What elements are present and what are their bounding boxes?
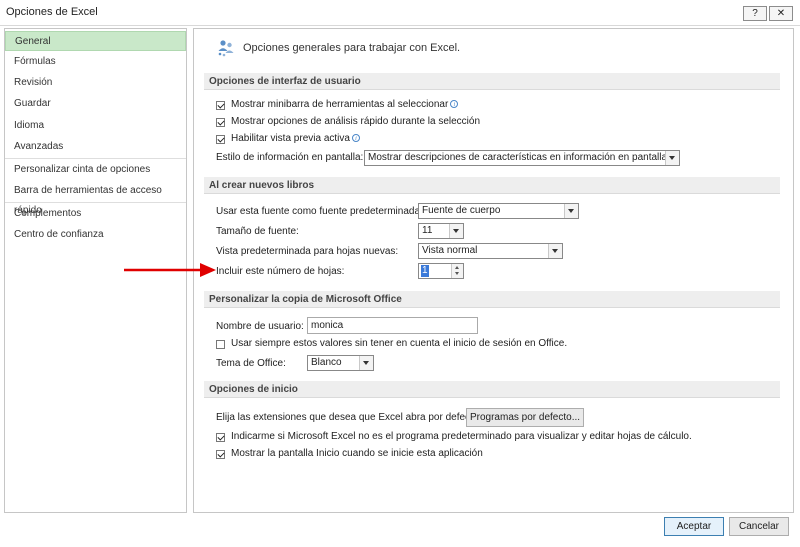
- chevron-down-icon[interactable]: [359, 356, 373, 370]
- main-panel: Opciones generales para trabajar con Exc…: [193, 28, 794, 513]
- general-options-icon: [218, 40, 234, 57]
- window-title: Opciones de Excel: [6, 6, 98, 18]
- default-view-label: Vista predeterminada para hojas nuevas:: [216, 246, 399, 257]
- info-icon[interactable]: i: [351, 134, 360, 143]
- always-use-values-checkbox[interactable]: [216, 340, 225, 349]
- sidebar-item-avanzadas[interactable]: Avanzadas: [5, 137, 186, 157]
- screentip-style-label: Estilo de información en pantalla:: [216, 152, 364, 163]
- chevron-down-icon[interactable]: [449, 224, 463, 238]
- spin-down-icon[interactable]: [451, 271, 463, 278]
- annotation-arrow-icon: [124, 263, 216, 277]
- username-field[interactable]: monica: [307, 317, 478, 334]
- default-view-select[interactable]: Vista normal: [418, 243, 563, 259]
- tell-default-program-checkbox[interactable]: [216, 433, 225, 442]
- default-font-select[interactable]: Fuente de cuerpo: [418, 203, 579, 219]
- show-minibar-text: Mostrar minibarra de herramientas al sel…: [231, 99, 449, 110]
- show-quick-analysis-checkbox[interactable]: [216, 118, 225, 127]
- chevron-down-icon[interactable]: [564, 204, 578, 218]
- live-preview-label: Habilitar vista previa activa i: [231, 133, 360, 144]
- sidebar-item-complementos[interactable]: Complementos: [5, 204, 186, 224]
- live-preview-text: Habilitar vista previa activa: [231, 133, 350, 144]
- info-icon[interactable]: i: [450, 100, 459, 109]
- sidebar-item-barra-acceso-rapido[interactable]: Barra de herramientas de acceso rápido: [5, 181, 186, 216]
- chevron-down-icon[interactable]: [548, 244, 562, 258]
- show-start-screen-label: Mostrar la pantalla Inicio cuando se ini…: [231, 448, 483, 459]
- sidebar-item-guardar[interactable]: Guardar: [5, 94, 186, 114]
- show-minibar-checkbox[interactable]: [216, 101, 225, 110]
- section-header-new-workbook: Al crear nuevos libros: [204, 177, 780, 194]
- show-start-screen-checkbox[interactable]: [216, 450, 225, 459]
- ok-button[interactable]: Aceptar: [664, 517, 724, 536]
- sidebar-item-formulas[interactable]: Fórmulas: [5, 52, 186, 72]
- default-view-value: Vista normal: [422, 245, 478, 256]
- page-title: Opciones generales para trabajar con Exc…: [243, 42, 461, 54]
- screentip-style-value: Mostrar descripciones de características…: [368, 152, 668, 163]
- show-minibar-label: Mostrar minibarra de herramientas al sel…: [231, 99, 459, 110]
- default-programs-button[interactable]: Programas por defecto...: [466, 408, 584, 427]
- office-theme-value: Blanco: [311, 357, 342, 368]
- sheet-count-value[interactable]: 1: [421, 265, 429, 277]
- default-extensions-label: Elija las extensiones que desea que Exce…: [216, 412, 482, 423]
- sidebar-item-idioma[interactable]: Idioma: [5, 116, 186, 136]
- sidebar-item-personalizar-cinta[interactable]: Personalizar cinta de opciones: [5, 160, 186, 180]
- live-preview-checkbox[interactable]: [216, 135, 225, 144]
- default-font-label: Usar esta fuente como fuente predetermin…: [216, 206, 423, 217]
- tell-default-program-label: Indicarme si Microsoft Excel no es el pr…: [231, 431, 692, 442]
- sidebar-item-centro-confianza[interactable]: Centro de confianza: [5, 225, 186, 245]
- cancel-button[interactable]: Cancelar: [729, 517, 789, 536]
- section-header-personalize: Personalizar la copia de Microsoft Offic…: [204, 291, 780, 308]
- show-quick-analysis-label: Mostrar opciones de análisis rápido dura…: [231, 116, 481, 127]
- help-button[interactable]: ?: [743, 6, 767, 21]
- chevron-down-icon[interactable]: [665, 151, 679, 165]
- office-theme-label: Tema de Office:: [216, 358, 286, 369]
- section-header-startup: Opciones de inicio: [204, 381, 780, 398]
- sidebar-item-general[interactable]: General: [5, 31, 186, 51]
- office-theme-select[interactable]: Blanco: [307, 355, 374, 371]
- font-size-value: 11: [422, 225, 433, 236]
- default-font-value: Fuente de cuerpo: [422, 205, 501, 216]
- font-size-select[interactable]: 11: [418, 223, 464, 239]
- section-header-ui-options: Opciones de interfaz de usuario: [204, 73, 780, 90]
- always-use-values-label: Usar siempre estos valores sin tener en …: [231, 338, 568, 349]
- close-button[interactable]: ✕: [769, 6, 793, 21]
- font-size-label: Tamaño de fuente:: [216, 226, 299, 237]
- sidebar-divider: [5, 202, 186, 203]
- sidebar-item-revision[interactable]: Revisión: [5, 73, 186, 93]
- screentip-style-select[interactable]: Mostrar descripciones de características…: [364, 150, 680, 166]
- sheet-count-stepper[interactable]: 1: [418, 263, 464, 279]
- username-label: Nombre de usuario:: [216, 321, 304, 332]
- sidebar-divider: [5, 158, 186, 159]
- sheet-count-label: Incluir este número de hojas:: [216, 266, 345, 277]
- title-bar: Opciones de Excel ? ✕: [0, 0, 800, 26]
